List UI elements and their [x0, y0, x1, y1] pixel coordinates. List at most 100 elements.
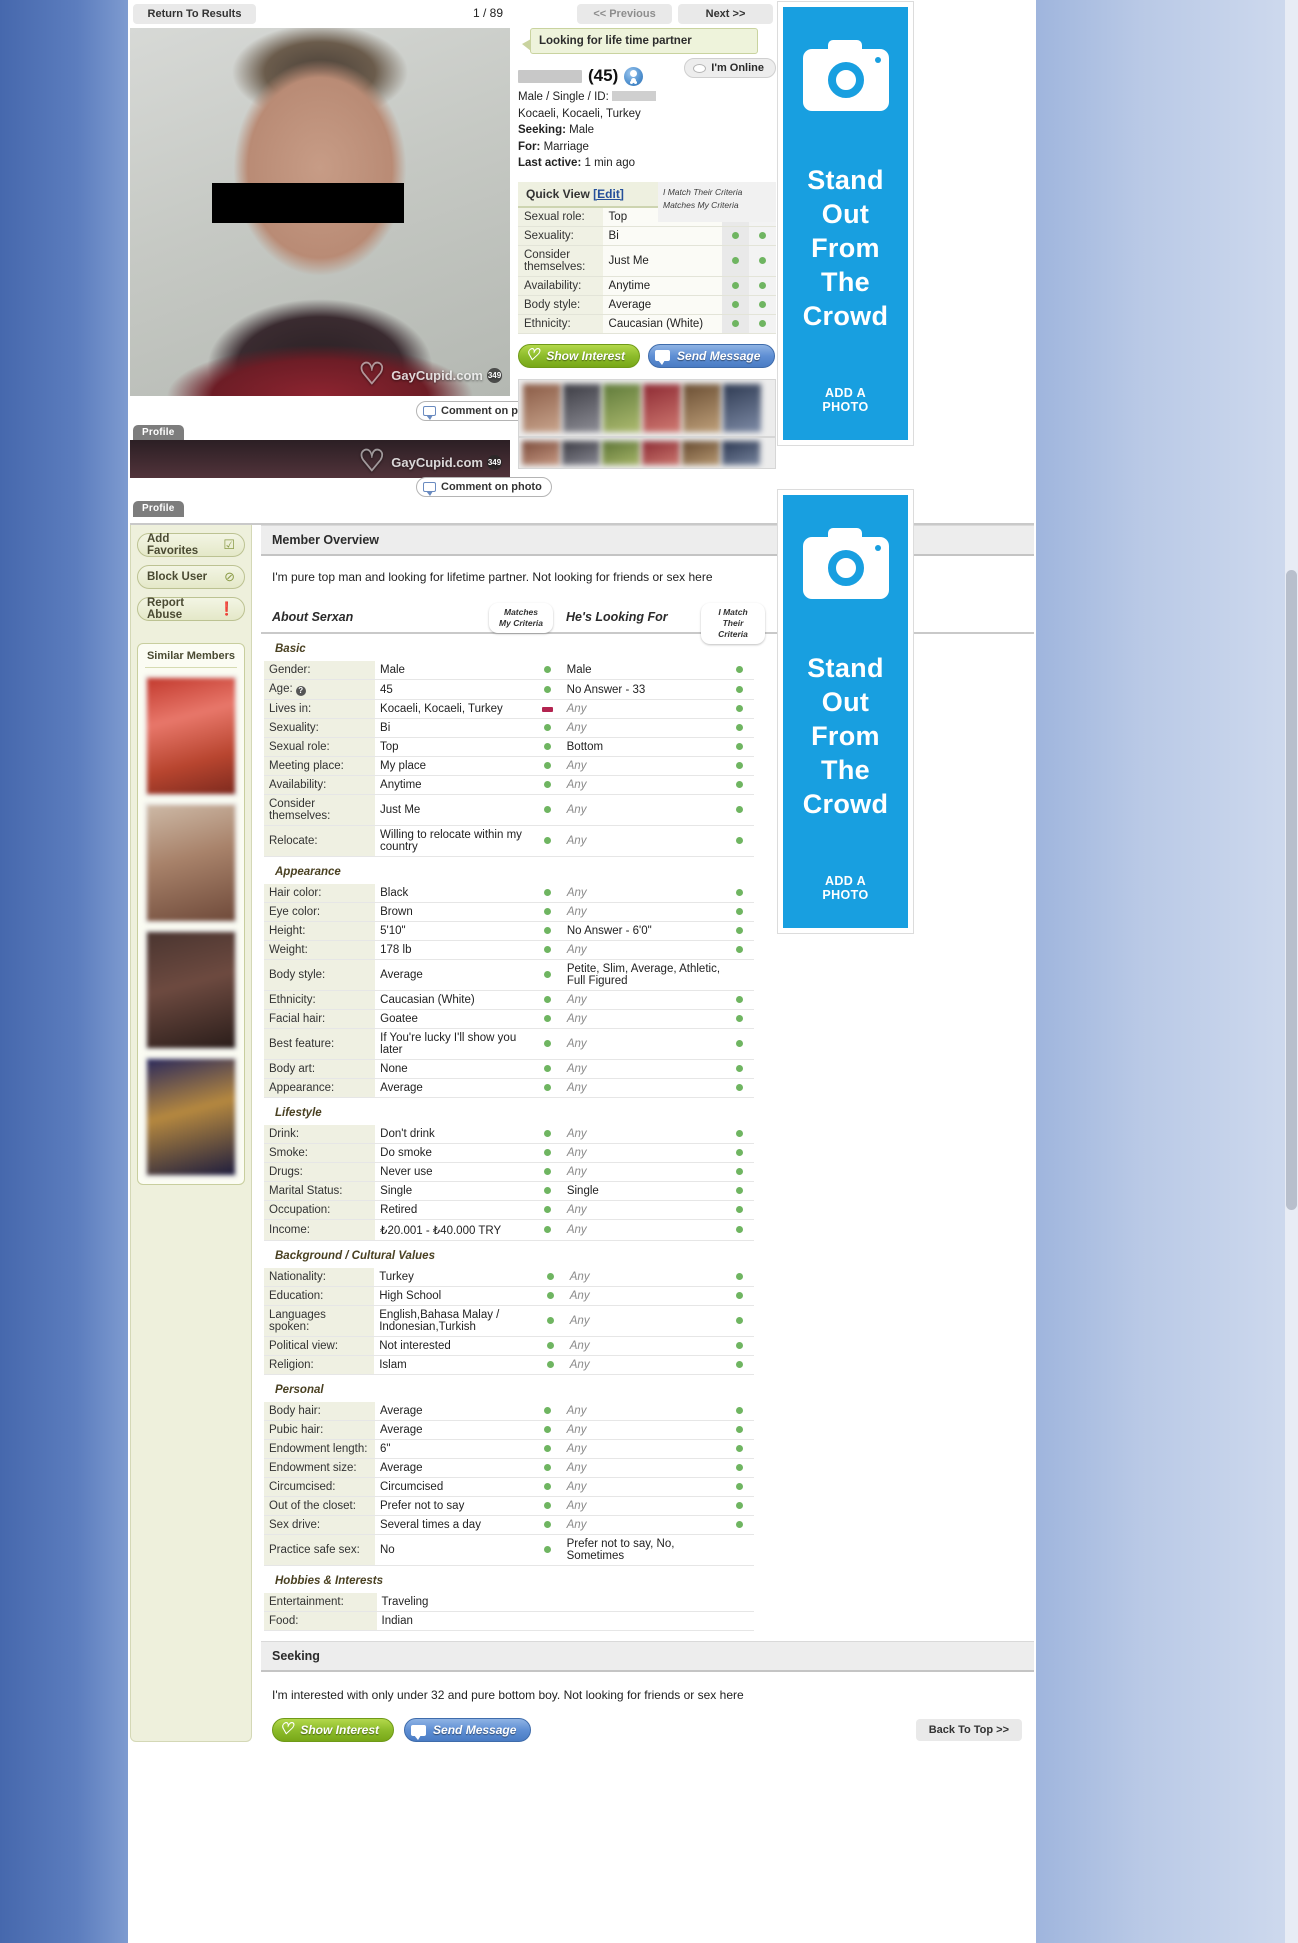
quick-view-row: Sexuality: Bi: [518, 226, 776, 245]
match-dot-icon: [543, 1426, 551, 1433]
similar-member-thumb[interactable]: [146, 677, 236, 795]
match-dot-icon: [736, 927, 744, 934]
match-indicator-theirs: [725, 1439, 754, 1459]
similar-member-thumb[interactable]: [146, 804, 236, 922]
attribute-key: Facial hair:: [264, 1009, 376, 1029]
return-to-results-button[interactable]: Return To Results: [133, 4, 256, 24]
send-message-button-footer[interactable]: Send Message: [404, 1718, 532, 1742]
primary-profile-photo[interactable]: ♡ GayCupid.com 349: [130, 28, 510, 396]
send-message-label: Send Message: [433, 1723, 517, 1737]
attribute-value: Don't drink: [375, 1125, 533, 1144]
match-dot-icon: [731, 231, 739, 239]
page-scrollbar-track[interactable]: [1285, 0, 1298, 1943]
profile-tagline: Looking for life time partner: [522, 28, 758, 54]
thumbnail-item[interactable]: [683, 383, 721, 432]
preference-any: Any: [566, 906, 587, 918]
gender-status-text: Male / Single / ID:: [518, 91, 609, 103]
match-indicator-theirs: [725, 1286, 754, 1306]
preference-any: Any: [569, 1271, 590, 1283]
profile-identity-block: (45) I'm Online Male / Single / ID: Koca…: [518, 58, 776, 172]
quick-view-edit-link[interactable]: [Edit]: [593, 187, 624, 201]
match-dot-icon: [736, 724, 744, 731]
preference-value: Any: [561, 902, 726, 922]
match-indicator-mine: [536, 1336, 565, 1356]
attribute-key: Weight:: [264, 940, 376, 960]
block-user-button[interactable]: Block User ⊘: [137, 565, 245, 589]
next-button[interactable]: Next >>: [678, 4, 773, 24]
attribute-value: Willing to relocate within my country: [375, 825, 533, 857]
thumbnail-item[interactable]: [722, 441, 760, 465]
for-row: For: Marriage: [518, 139, 776, 156]
thumbnail-item[interactable]: [523, 383, 561, 432]
photo-tab-profile-1[interactable]: Profile: [133, 425, 184, 441]
attribute-group-heading: Background / Cultural Values: [275, 1250, 435, 1262]
advertisement-bottom[interactable]: Stand Out From The Crowd ADD A PHOTO: [778, 490, 913, 933]
thumbnail-item[interactable]: [603, 383, 641, 432]
message-bubble-icon: [655, 350, 671, 365]
table-row: Political view: Not interested Any: [264, 1336, 754, 1356]
photo-count-badge: 349: [487, 454, 502, 470]
quick-view-row: Availability: Anytime: [518, 276, 776, 295]
attribute-key: Height:: [264, 921, 376, 941]
match-dot-icon: [736, 1040, 744, 1047]
table-row: Body style: Average Petite, Slim, Average,…: [264, 959, 754, 991]
thumbnail-item[interactable]: [563, 383, 601, 432]
secondary-profile-photo[interactable]: ♡ GayCupid.com 349: [130, 440, 510, 478]
match-dot-icon: [758, 319, 766, 327]
attribute-key: Gender:: [264, 661, 376, 680]
username-redacted: [518, 69, 582, 83]
match-indicator-theirs: [725, 1402, 754, 1421]
thumbnail-item[interactable]: [643, 383, 681, 432]
match-indicator-theirs: [725, 737, 754, 757]
thumbnail-item[interactable]: [723, 383, 761, 432]
match-dot-icon: [543, 1546, 551, 1553]
table-row: Drugs: Never use Any: [264, 1162, 754, 1182]
send-message-button[interactable]: Send Message: [648, 343, 776, 368]
match-indicator-mine: [533, 990, 562, 1010]
add-a-photo-button-top[interactable]: ADD A PHOTO: [814, 386, 877, 414]
thumbnail-item[interactable]: [642, 441, 680, 465]
comment-on-photo-button-2[interactable]: Comment on photo: [416, 477, 552, 497]
match-dot-icon: [758, 231, 766, 239]
match-dot-icon: [546, 1317, 554, 1324]
attribute-value: Goatee: [375, 1009, 534, 1029]
similar-member-thumb[interactable]: [146, 1058, 236, 1176]
attribute-group-heading: Appearance: [275, 866, 341, 878]
thumbnail-item[interactable]: [682, 441, 720, 465]
table-row: Relocate: Willing to relocate within my c…: [264, 825, 754, 857]
match-dot-icon: [543, 1149, 551, 1156]
page-scrollbar-thumb[interactable]: [1286, 570, 1297, 1210]
attribute-value: Just Me: [375, 794, 533, 826]
match-dot-icon: [543, 762, 551, 769]
photo-thumbnail-strip-2[interactable]: [518, 437, 776, 469]
previous-button[interactable]: << Previous: [577, 4, 672, 24]
report-abuse-button[interactable]: Report Abuse ❗: [137, 597, 245, 621]
add-favorites-button[interactable]: Add Favorites ☑: [137, 533, 245, 557]
table-row: Ethnicity: Caucasian (White) Any: [264, 990, 754, 1010]
ad-line-2: From The: [811, 233, 880, 297]
thumbnail-item[interactable]: [522, 441, 560, 465]
match-dot-icon: [546, 1292, 554, 1299]
show-interest-button[interactable]: ♡ Show Interest: [518, 343, 641, 368]
watermark-text: GayCupid.com: [391, 367, 483, 383]
add-a-photo-button-bottom[interactable]: ADD A PHOTO: [814, 874, 877, 902]
thumbnail-item[interactable]: [602, 441, 640, 465]
table-row: Body art: None Any: [264, 1059, 754, 1079]
photo-thumbnail-strip[interactable]: [518, 378, 776, 437]
back-to-top-button[interactable]: Back To Top >>: [915, 1719, 1022, 1741]
attribute-value: Brown: [375, 902, 534, 922]
photo-count-badge: 349: [487, 367, 502, 383]
attribute-key: Body style:: [264, 959, 376, 991]
attribute-value: Top: [375, 737, 533, 757]
similar-member-thumb[interactable]: [146, 931, 236, 1049]
preference-value: Any: [561, 1059, 726, 1079]
match-dot-icon: [543, 1168, 551, 1175]
quick-view-value: Caucasian (White): [602, 314, 722, 333]
help-icon[interactable]: ?: [295, 686, 306, 696]
show-interest-button-footer[interactable]: ♡ Show Interest: [272, 1718, 395, 1742]
thumbnail-item[interactable]: [562, 441, 600, 465]
camera-indicator-icon: [874, 545, 881, 551]
quick-view-value: Just Me: [602, 245, 722, 276]
preference-value: Any: [561, 1125, 726, 1144]
advertisement-top[interactable]: Stand Out From The Crowd ADD A PHOTO: [778, 2, 913, 445]
